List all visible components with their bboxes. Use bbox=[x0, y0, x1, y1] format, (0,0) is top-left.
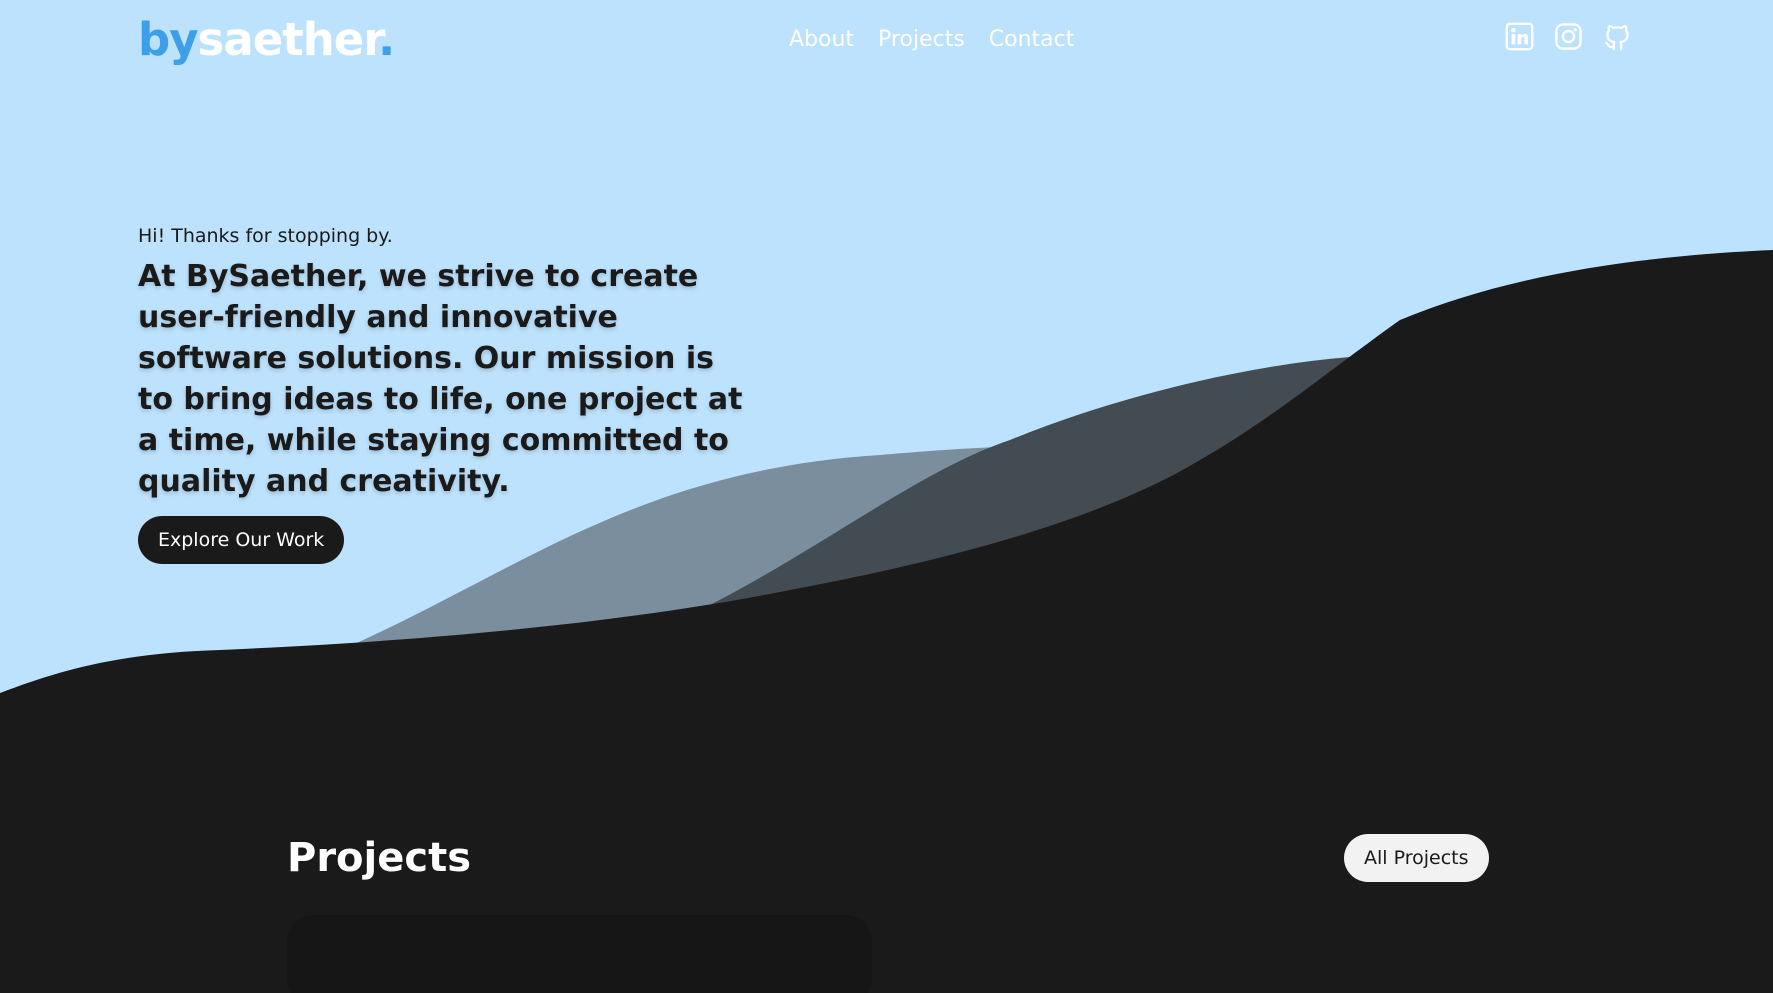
instagram-icon[interactable] bbox=[1554, 22, 1583, 51]
linkedin-icon[interactable] bbox=[1505, 22, 1534, 51]
all-projects-button[interactable]: All Projects bbox=[1344, 834, 1489, 882]
main-nav: About Projects Contact bbox=[789, 24, 1074, 56]
social-links bbox=[1505, 22, 1632, 51]
nav-projects-link[interactable]: Projects bbox=[878, 24, 965, 56]
hero-section: Hi! Thanks for stopping by. At BySaether… bbox=[138, 222, 758, 564]
logo-dot: . bbox=[378, 13, 395, 66]
hero-greeting: Hi! Thanks for stopping by. bbox=[138, 225, 393, 247]
site-header: bysaether. About Projects Contact bbox=[0, 0, 1773, 80]
nav-contact-link[interactable]: Contact bbox=[989, 24, 1075, 56]
github-icon[interactable] bbox=[1603, 22, 1632, 51]
logo-prefix: by bbox=[138, 13, 199, 66]
hero-mission-statement: At BySaether, we strive to create user-f… bbox=[138, 259, 743, 499]
logo-name: saether bbox=[197, 13, 380, 66]
project-card[interactable] bbox=[287, 915, 872, 993]
explore-work-button[interactable]: Explore Our Work bbox=[138, 516, 345, 564]
projects-heading: Projects bbox=[287, 835, 472, 881]
logo[interactable]: bysaether. bbox=[138, 10, 395, 70]
nav-about-link[interactable]: About bbox=[789, 24, 854, 56]
